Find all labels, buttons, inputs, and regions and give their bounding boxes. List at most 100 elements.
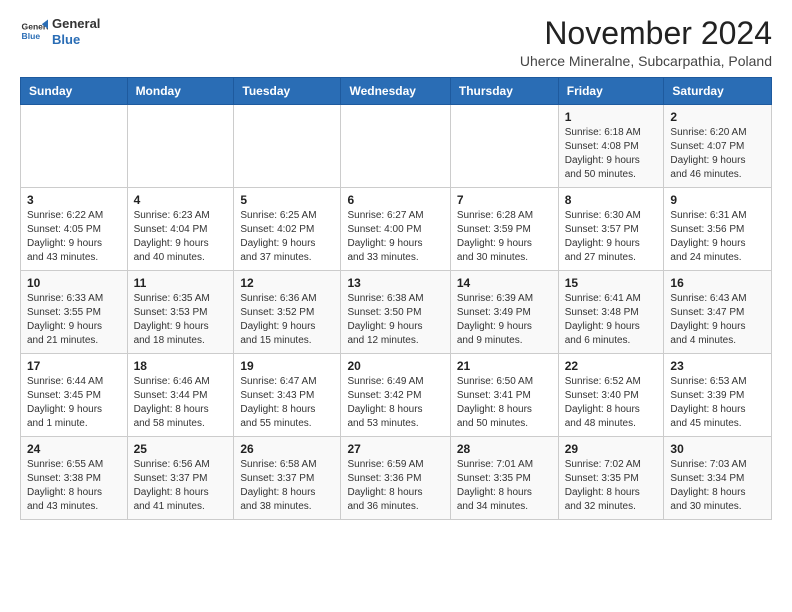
calendar-cell: 7 Sunrise: 6:28 AM Sunset: 3:59 PM Daylig…	[450, 188, 558, 271]
calendar-header: SundayMondayTuesdayWednesdayThursdayFrid…	[21, 78, 772, 105]
calendar-cell: 22 Sunrise: 6:52 AM Sunset: 3:40 PM Dayli…	[558, 354, 664, 437]
title-section: November 2024 Uherce Mineralne, Subcarpa…	[520, 16, 772, 69]
day-info: Sunrise: 6:38 AM Sunset: 3:50 PM Dayligh…	[347, 292, 443, 348]
day-info: Sunrise: 6:59 AM Sunset: 3:36 PM Dayligh…	[347, 458, 443, 514]
day-info: Sunrise: 6:52 AM Sunset: 3:40 PM Dayligh…	[565, 375, 658, 431]
calendar-week-row: 24Sunrise: 6:55 AM Sunset: 3:38 PM Dayli…	[21, 437, 772, 520]
day-info: Sunrise: 6:39 AM Sunset: 3:49 PM Dayligh…	[457, 292, 552, 348]
calendar-cell: 9 Sunrise: 6:31 AM Sunset: 3:56 PM Daylig…	[664, 188, 772, 271]
calendar-cell: 23Sunrise: 6:53 AM Sunset: 3:39 PM Dayli…	[664, 354, 772, 437]
day-info: Sunrise: 7:03 AM Sunset: 3:34 PM Dayligh…	[670, 458, 765, 514]
calendar-cell	[234, 105, 341, 188]
day-number: 13	[347, 276, 443, 290]
calendar-cell: 2Sunrise: 6:20 AM Sunset: 4:07 PM Daylig…	[664, 105, 772, 188]
day-number: 28	[457, 442, 552, 456]
day-info: Sunrise: 6:30 AM Sunset: 3:57 PM Dayligh…	[565, 209, 658, 265]
calendar-cell: 17 Sunrise: 6:44 AM Sunset: 3:45 PM Dayli…	[21, 354, 128, 437]
logo-line2: Blue	[52, 32, 100, 48]
day-number: 29	[565, 442, 658, 456]
day-info: Sunrise: 6:46 AM Sunset: 3:44 PM Dayligh…	[134, 375, 228, 431]
calendar-cell: 10 Sunrise: 6:33 AM Sunset: 3:55 PM Dayli…	[21, 271, 128, 354]
logo-line1: General	[52, 16, 100, 32]
calendar-cell	[127, 105, 234, 188]
day-number: 17	[27, 359, 121, 373]
day-info: Sunrise: 6:50 AM Sunset: 3:41 PM Dayligh…	[457, 375, 552, 431]
svg-text:Blue: Blue	[22, 31, 41, 41]
day-number: 30	[670, 442, 765, 456]
calendar-cell: 5Sunrise: 6:25 AM Sunset: 4:02 PM Daylig…	[234, 188, 341, 271]
weekday-header-saturday: Saturday	[664, 78, 772, 105]
logo-text: General Blue	[52, 16, 100, 47]
day-number: 9	[670, 193, 765, 207]
day-number: 27	[347, 442, 443, 456]
day-number: 7	[457, 193, 552, 207]
day-info: Sunrise: 6:31 AM Sunset: 3:56 PM Dayligh…	[670, 209, 765, 265]
day-info: Sunrise: 6:58 AM Sunset: 3:37 PM Dayligh…	[240, 458, 334, 514]
day-number: 2	[670, 110, 765, 124]
day-info: Sunrise: 6:18 AM Sunset: 4:08 PM Dayligh…	[565, 126, 658, 182]
calendar-cell: 3 Sunrise: 6:22 AM Sunset: 4:05 PM Daylig…	[21, 188, 128, 271]
day-info: Sunrise: 6:44 AM Sunset: 3:45 PM Dayligh…	[27, 375, 121, 431]
day-number: 18	[134, 359, 228, 373]
calendar-cell: 18 Sunrise: 6:46 AM Sunset: 3:44 PM Dayli…	[127, 354, 234, 437]
calendar-cell: 12 Sunrise: 6:36 AM Sunset: 3:52 PM Dayli…	[234, 271, 341, 354]
day-number: 11	[134, 276, 228, 290]
weekday-header-wednesday: Wednesday	[341, 78, 450, 105]
day-info: Sunrise: 6:43 AM Sunset: 3:47 PM Dayligh…	[670, 292, 765, 348]
day-number: 19	[240, 359, 334, 373]
calendar-cell: 11 Sunrise: 6:35 AM Sunset: 3:53 PM Dayli…	[127, 271, 234, 354]
day-info: Sunrise: 6:47 AM Sunset: 3:43 PM Dayligh…	[240, 375, 334, 431]
day-info: Sunrise: 6:56 AM Sunset: 3:37 PM Dayligh…	[134, 458, 228, 514]
day-info: Sunrise: 6:41 AM Sunset: 3:48 PM Dayligh…	[565, 292, 658, 348]
day-number: 10	[27, 276, 121, 290]
month-title: November 2024	[520, 16, 772, 51]
calendar-cell: 4 Sunrise: 6:23 AM Sunset: 4:04 PM Daylig…	[127, 188, 234, 271]
day-info: Sunrise: 6:55 AM Sunset: 3:38 PM Dayligh…	[27, 458, 121, 514]
calendar-cell	[450, 105, 558, 188]
weekday-header-thursday: Thursday	[450, 78, 558, 105]
day-number: 16	[670, 276, 765, 290]
day-info: Sunrise: 6:27 AM Sunset: 4:00 PM Dayligh…	[347, 209, 443, 265]
calendar-week-row: 17 Sunrise: 6:44 AM Sunset: 3:45 PM Dayli…	[21, 354, 772, 437]
day-info: Sunrise: 6:22 AM Sunset: 4:05 PM Dayligh…	[27, 209, 121, 265]
day-number: 1	[565, 110, 658, 124]
day-number: 15	[565, 276, 658, 290]
day-info: Sunrise: 6:36 AM Sunset: 3:52 PM Dayligh…	[240, 292, 334, 348]
day-info: Sunrise: 6:35 AM Sunset: 3:53 PM Dayligh…	[134, 292, 228, 348]
weekday-header-monday: Monday	[127, 78, 234, 105]
day-number: 22	[565, 359, 658, 373]
calendar-week-row: 10 Sunrise: 6:33 AM Sunset: 3:55 PM Dayli…	[21, 271, 772, 354]
day-info: Sunrise: 6:28 AM Sunset: 3:59 PM Dayligh…	[457, 209, 552, 265]
day-info: Sunrise: 6:23 AM Sunset: 4:04 PM Dayligh…	[134, 209, 228, 265]
calendar-week-row: 1 Sunrise: 6:18 AM Sunset: 4:08 PM Daylig…	[21, 105, 772, 188]
calendar-cell: 8Sunrise: 6:30 AM Sunset: 3:57 PM Daylig…	[558, 188, 664, 271]
day-info: Sunrise: 6:33 AM Sunset: 3:55 PM Dayligh…	[27, 292, 121, 348]
day-number: 21	[457, 359, 552, 373]
day-number: 20	[347, 359, 443, 373]
location-subtitle: Uherce Mineralne, Subcarpathia, Poland	[520, 53, 772, 69]
day-number: 25	[134, 442, 228, 456]
day-number: 4	[134, 193, 228, 207]
day-info: Sunrise: 6:49 AM Sunset: 3:42 PM Dayligh…	[347, 375, 443, 431]
day-number: 3	[27, 193, 121, 207]
calendar-week-row: 3 Sunrise: 6:22 AM Sunset: 4:05 PM Daylig…	[21, 188, 772, 271]
calendar-cell: 6Sunrise: 6:27 AM Sunset: 4:00 PM Daylig…	[341, 188, 450, 271]
day-info: Sunrise: 6:53 AM Sunset: 3:39 PM Dayligh…	[670, 375, 765, 431]
calendar-cell: 21 Sunrise: 6:50 AM Sunset: 3:41 PM Dayli…	[450, 354, 558, 437]
day-info: Sunrise: 6:25 AM Sunset: 4:02 PM Dayligh…	[240, 209, 334, 265]
day-number: 26	[240, 442, 334, 456]
weekday-header-tuesday: Tuesday	[234, 78, 341, 105]
calendar-cell	[21, 105, 128, 188]
calendar-cell: 1 Sunrise: 6:18 AM Sunset: 4:08 PM Daylig…	[558, 105, 664, 188]
calendar-cell: 24Sunrise: 6:55 AM Sunset: 3:38 PM Dayli…	[21, 437, 128, 520]
calendar-cell: 16 Sunrise: 6:43 AM Sunset: 3:47 PM Dayli…	[664, 271, 772, 354]
calendar-cell: 15 Sunrise: 6:41 AM Sunset: 3:48 PM Dayli…	[558, 271, 664, 354]
calendar-cell: 25 Sunrise: 6:56 AM Sunset: 3:37 PM Dayli…	[127, 437, 234, 520]
calendar-table: SundayMondayTuesdayWednesdayThursdayFrid…	[20, 77, 772, 520]
day-number: 12	[240, 276, 334, 290]
calendar-cell	[341, 105, 450, 188]
calendar-cell: 20 Sunrise: 6:49 AM Sunset: 3:42 PM Dayli…	[341, 354, 450, 437]
logo-icon: General Blue	[20, 18, 48, 46]
calendar-cell: 13 Sunrise: 6:38 AM Sunset: 3:50 PM Dayli…	[341, 271, 450, 354]
calendar-cell: 29Sunrise: 7:02 AM Sunset: 3:35 PM Dayli…	[558, 437, 664, 520]
